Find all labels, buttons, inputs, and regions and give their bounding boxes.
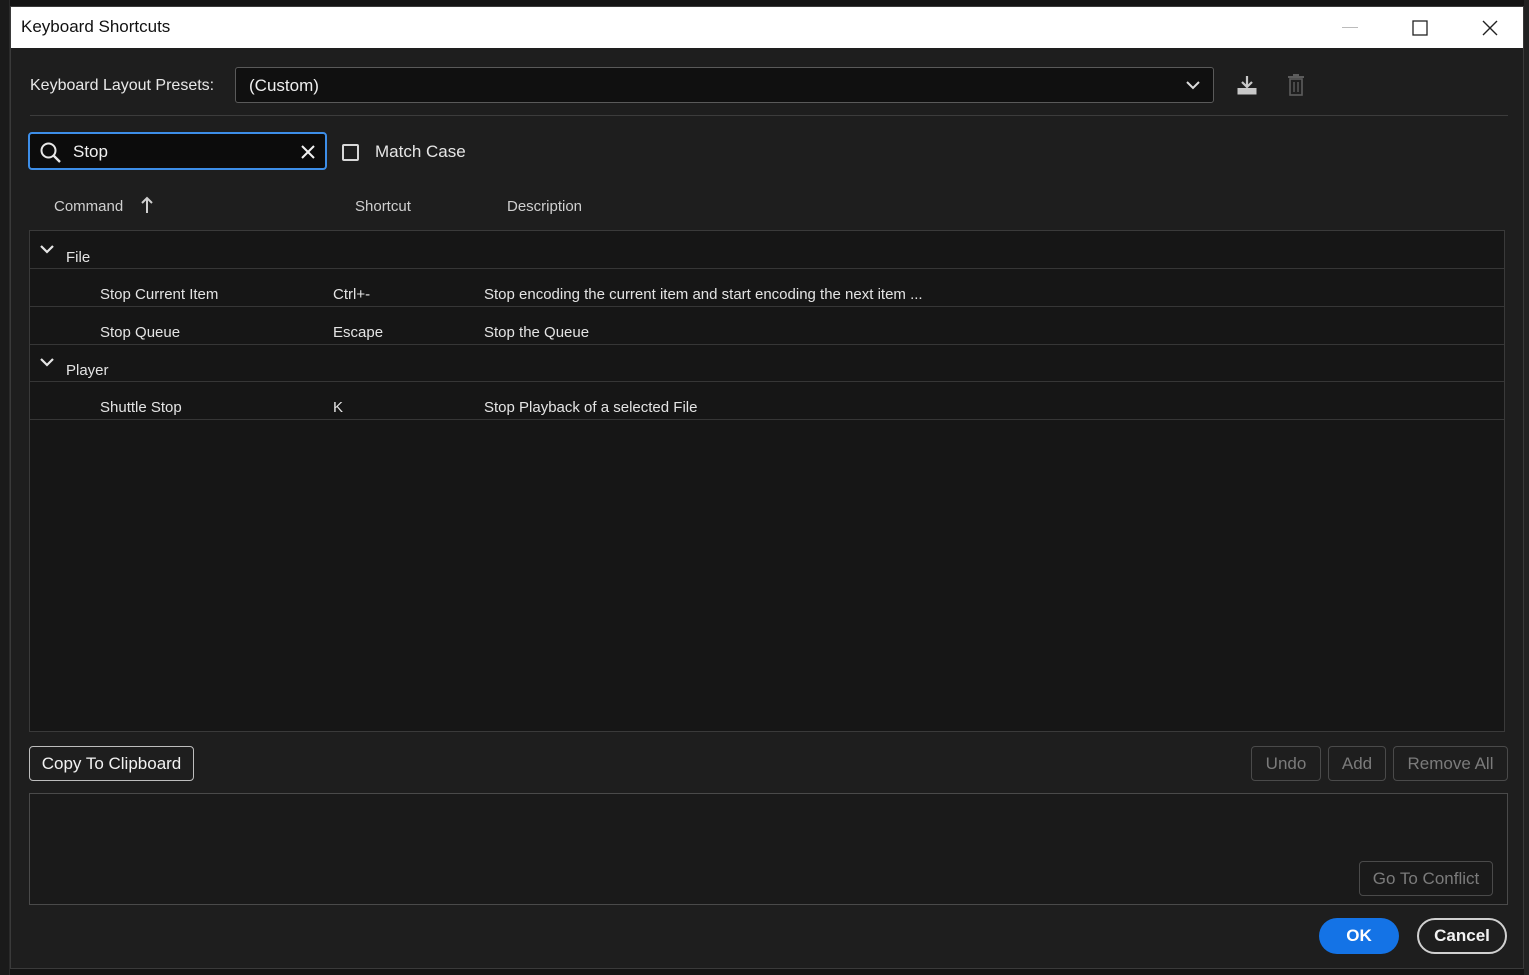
- window-title: Keyboard Shortcuts: [21, 17, 171, 36]
- copy-to-clipboard-button[interactable]: Copy To Clipboard: [29, 746, 194, 781]
- delete-preset-button[interactable]: [1282, 71, 1310, 99]
- table-row[interactable]: Shuttle Stop K Stop Playback of a select…: [30, 382, 1504, 420]
- search-box: [28, 132, 327, 170]
- background-edge-right: [1524, 0, 1529, 975]
- command-cell: Stop Queue: [100, 324, 181, 341]
- group-row-player[interactable]: Player: [30, 344, 1504, 382]
- clear-icon: [301, 145, 315, 159]
- description-cell: Stop encoding the current item and start…: [484, 286, 923, 303]
- save-preset-button[interactable]: [1233, 71, 1261, 99]
- cancel-button[interactable]: Cancel: [1417, 918, 1507, 954]
- title-bar: Keyboard Shortcuts: [11, 7, 1523, 48]
- trash-icon: [1288, 74, 1304, 96]
- conflict-panel: [29, 793, 1508, 905]
- shortcut-cell[interactable]: Escape: [333, 324, 383, 341]
- maximize-icon: [1412, 19, 1428, 36]
- minimize-button[interactable]: [1315, 7, 1385, 48]
- description-cell: Stop Playback of a selected File: [484, 399, 698, 416]
- remove-all-button[interactable]: Remove All: [1393, 746, 1508, 781]
- group-row-file[interactable]: File: [30, 231, 1504, 269]
- search-input[interactable]: [73, 140, 293, 164]
- clear-search-button[interactable]: [299, 143, 317, 161]
- table-row[interactable]: Stop Queue Escape Stop the Queue: [30, 307, 1504, 345]
- preset-label: Keyboard Layout Presets:: [30, 77, 215, 94]
- maximize-button[interactable]: [1385, 7, 1455, 48]
- sort-ascending-icon: [141, 196, 153, 213]
- background-edge-left: [0, 0, 10, 975]
- group-name: Player: [66, 362, 109, 379]
- column-header-shortcut[interactable]: Shortcut: [355, 198, 411, 215]
- match-case-checkbox[interactable]: [342, 143, 359, 161]
- close-button[interactable]: [1455, 7, 1525, 48]
- minimize-icon: [1342, 27, 1358, 28]
- undo-button[interactable]: Undo: [1251, 746, 1321, 781]
- chevron-down-icon: [1186, 81, 1200, 90]
- group-name: File: [66, 249, 91, 266]
- go-to-conflict-button[interactable]: Go To Conflict: [1359, 861, 1493, 896]
- column-header-command[interactable]: Command: [54, 198, 123, 215]
- shortcuts-table: File Stop Current Item Ctrl+- Stop encod…: [29, 230, 1505, 732]
- search-icon: [40, 142, 61, 163]
- keyboard-shortcuts-dialog: Keyboard Shortcuts Keyboard Layout Prese…: [10, 6, 1524, 969]
- chevron-down-icon[interactable]: [39, 242, 55, 256]
- add-button[interactable]: Add: [1328, 746, 1386, 781]
- command-cell: Stop Current Item: [100, 286, 219, 303]
- table-row[interactable]: Stop Current Item Ctrl+- Stop encoding t…: [30, 269, 1504, 307]
- shortcut-cell[interactable]: K: [333, 399, 343, 416]
- preset-dropdown[interactable]: (Custom): [235, 67, 1214, 103]
- divider: [30, 115, 1508, 116]
- match-case-option[interactable]: Match Case: [342, 142, 466, 162]
- description-cell: Stop the Queue: [484, 324, 590, 341]
- ok-button[interactable]: OK: [1319, 918, 1399, 954]
- close-icon: [1482, 20, 1498, 35]
- preset-selected-value: (Custom): [249, 76, 319, 95]
- chevron-down-icon[interactable]: [39, 355, 55, 369]
- shortcut-cell[interactable]: Ctrl+-: [333, 286, 370, 303]
- command-cell: Shuttle Stop: [100, 399, 182, 416]
- match-case-label: Match Case: [375, 142, 466, 161]
- save-preset-icon: [1237, 76, 1257, 95]
- column-header-description[interactable]: Description: [507, 198, 582, 215]
